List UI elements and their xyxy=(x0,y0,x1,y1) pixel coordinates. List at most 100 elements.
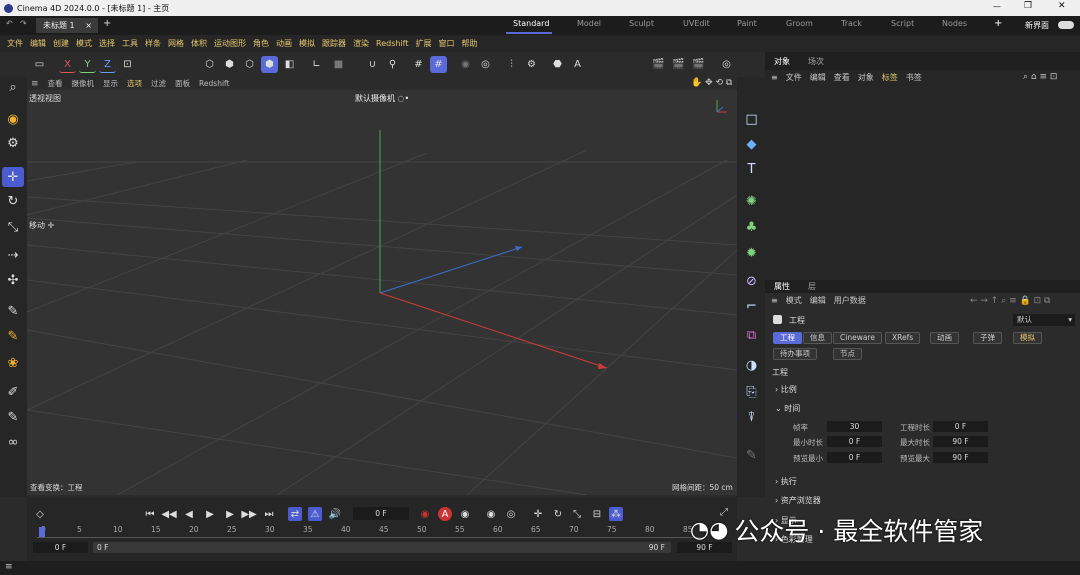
scene-icon[interactable]: ◑ xyxy=(741,355,762,375)
viewport-hamburger-icon[interactable]: ≡ xyxy=(31,79,39,89)
next-key-icon[interactable]: ▶▶ xyxy=(241,507,256,521)
cloner-icon[interactable]: ♣ xyxy=(741,217,762,237)
layout-nodes[interactable]: Nodes xyxy=(942,19,967,28)
viewport-menu-camera[interactable]: 摄像机 xyxy=(72,78,95,89)
objects-menu-view[interactable]: 查看 xyxy=(834,72,850,83)
viewport[interactable]: 透视视图 默认摄像机 ◌• 移动 ✛ 查看变换：工程 网格间距：50 cm xyxy=(27,90,737,495)
subtab-todo[interactable]: 待办事项 xyxy=(773,348,817,360)
layout-track[interactable]: Track xyxy=(841,19,862,28)
menu-character[interactable]: 角色 xyxy=(253,38,269,49)
menu-select[interactable]: 选择 xyxy=(99,38,115,49)
group-asset-browser[interactable]: › 资产浏览器 xyxy=(775,495,821,506)
menu-mode[interactable]: 模式 xyxy=(76,38,92,49)
brush-tool-icon[interactable]: ✐ xyxy=(2,382,24,402)
project-time-field[interactable]: 0 F xyxy=(933,421,988,432)
menu-edit[interactable]: 编辑 xyxy=(30,38,46,49)
menu-volume[interactable]: 体积 xyxy=(191,38,207,49)
menu-simulate[interactable]: 模拟 xyxy=(299,38,315,49)
subtab-bullet[interactable]: 子弹 xyxy=(973,332,1002,344)
menu-mograph[interactable]: 运动图形 xyxy=(214,38,246,49)
points-mode-icon[interactable]: ⬡ xyxy=(201,56,218,73)
live-selection-icon[interactable]: ◉ xyxy=(2,109,24,129)
document-tab[interactable]: 未标题 1 × xyxy=(36,18,98,33)
menu-render[interactable]: 渲染 xyxy=(353,38,369,49)
edges-mode-icon[interactable]: ⬢ xyxy=(221,56,238,73)
menu-help[interactable]: 帮助 xyxy=(461,38,477,49)
sound-icon[interactable]: 🔊 xyxy=(328,507,342,521)
knife-tool-icon[interactable]: ✎ xyxy=(2,407,24,427)
new-ui-toggle[interactable] xyxy=(1058,21,1074,29)
next-frame-icon[interactable]: ▶ xyxy=(223,507,237,521)
motion-mode-icon[interactable]: ◉ xyxy=(484,507,498,521)
layout-groom[interactable]: Groom xyxy=(786,19,813,28)
axis-x-toggle[interactable]: X xyxy=(59,56,76,73)
soft-selection-icon[interactable]: ⚲ xyxy=(384,56,401,73)
search-icon[interactable]: ⌕ xyxy=(2,77,24,97)
settings-gear-icon[interactable]: ⚙ xyxy=(523,56,540,73)
sculpt-tool-icon[interactable]: ∞ xyxy=(2,432,24,452)
tab-layers[interactable]: 层 xyxy=(808,281,816,292)
layout-script[interactable]: Script xyxy=(891,19,914,28)
workplane-icon[interactable]: ∟ xyxy=(308,56,325,73)
max-time-field[interactable]: 90 F xyxy=(933,436,988,447)
viewport-menu-redshift[interactable]: Redshift xyxy=(199,79,229,88)
goto-end-icon[interactable]: ⏭ xyxy=(262,507,276,521)
axis-y-toggle[interactable]: Y xyxy=(79,56,96,73)
redo-icon[interactable]: ↷ xyxy=(20,19,27,28)
snap-grid-icon[interactable]: # xyxy=(430,56,447,73)
subtab-project[interactable]: 工程 xyxy=(773,332,802,344)
playback-mode-icon[interactable]: ⚠ xyxy=(308,507,322,521)
render-active-view-icon[interactable]: 🎬 xyxy=(650,56,667,73)
viewport-menu-options[interactable]: 选项 xyxy=(127,78,142,89)
tab-attributes[interactable]: 属性 xyxy=(774,281,790,292)
menu-animate[interactable]: 动画 xyxy=(276,38,292,49)
layout-paint[interactable]: Paint xyxy=(737,19,757,28)
menu-tracker[interactable]: 跟踪器 xyxy=(322,38,346,49)
a-toggle[interactable]: A xyxy=(569,56,586,73)
preview-max-field[interactable]: 90 F xyxy=(933,452,988,463)
coordinate-system-icon[interactable]: ⊡ xyxy=(119,56,136,73)
subtab-cineware[interactable]: Cineware xyxy=(833,332,882,344)
viewport-menu-view[interactable]: 查看 xyxy=(48,78,63,89)
playhead[interactable] xyxy=(39,527,45,537)
uv-mode-icon[interactable]: ◧ xyxy=(281,56,298,73)
layout-uvedit[interactable]: UVEdit xyxy=(683,19,710,28)
subtab-simulation[interactable]: 模拟 xyxy=(1013,332,1042,344)
render-region-icon[interactable]: ◎ xyxy=(477,56,494,73)
viewport-menu-panel[interactable]: 面板 xyxy=(175,78,190,89)
menu-extensions[interactable]: 扩展 xyxy=(415,38,431,49)
attr-menu-edit[interactable]: 编辑 xyxy=(810,295,826,306)
maximize-button[interactable]: ❐ xyxy=(1024,1,1032,11)
autokey-icon[interactable]: A xyxy=(438,507,452,521)
field-icon[interactable]: ⊘ xyxy=(741,271,762,291)
subtab-nodes[interactable]: 节点 xyxy=(833,348,862,360)
position-key-icon[interactable]: ✛ xyxy=(531,507,545,521)
attr-tool-icons[interactable]: ← → ↑ ⌕ ≡ 🔒 ⊡ ⧉ xyxy=(970,296,1050,306)
menu-redshift[interactable]: Redshift xyxy=(376,39,408,48)
objects-menu-file[interactable]: 文件 xyxy=(786,72,802,83)
add-layout-button[interactable]: + xyxy=(994,18,1002,29)
spline-icon[interactable]: ⌐ xyxy=(741,296,762,316)
scale-tool-icon[interactable]: ⤡ xyxy=(2,217,24,237)
subtab-info[interactable]: 信息 xyxy=(803,332,832,344)
add-tab-button[interactable]: + xyxy=(103,18,111,29)
status-menu-icon[interactable]: ≡ xyxy=(5,562,13,572)
current-frame-field[interactable]: 0 F xyxy=(353,507,409,520)
cube-outline-icon[interactable]: □ xyxy=(741,109,762,129)
spline-draw-icon[interactable]: ✎ xyxy=(2,326,24,346)
menu-window[interactable]: 窗口 xyxy=(438,38,454,49)
undo-icon[interactable]: ↶ xyxy=(6,19,13,28)
objects-tool-icons[interactable]: ⌕ ⌂ ≡ ⊡ xyxy=(1023,72,1057,82)
magnet-icon[interactable]: ∪ xyxy=(364,56,381,73)
preview-min-field[interactable]: 0 F xyxy=(827,452,882,463)
light-icon[interactable]: ⍒ xyxy=(741,407,762,427)
tool-mode-icon[interactable]: ▭ xyxy=(31,56,48,73)
viewport-menu-filter[interactable]: 过滤 xyxy=(151,78,166,89)
pen-icon[interactable]: ✎ xyxy=(741,445,762,465)
rotation-key-icon[interactable]: ↻ xyxy=(551,507,565,521)
prev-key-icon[interactable]: ◀◀ xyxy=(161,507,176,521)
loop-icon[interactable]: ⇄ xyxy=(288,507,302,521)
objects-menu-edit[interactable]: 编辑 xyxy=(810,72,826,83)
min-time-field[interactable]: 0 F xyxy=(827,436,882,447)
group-time[interactable]: ⌄ 时间 xyxy=(775,403,800,414)
